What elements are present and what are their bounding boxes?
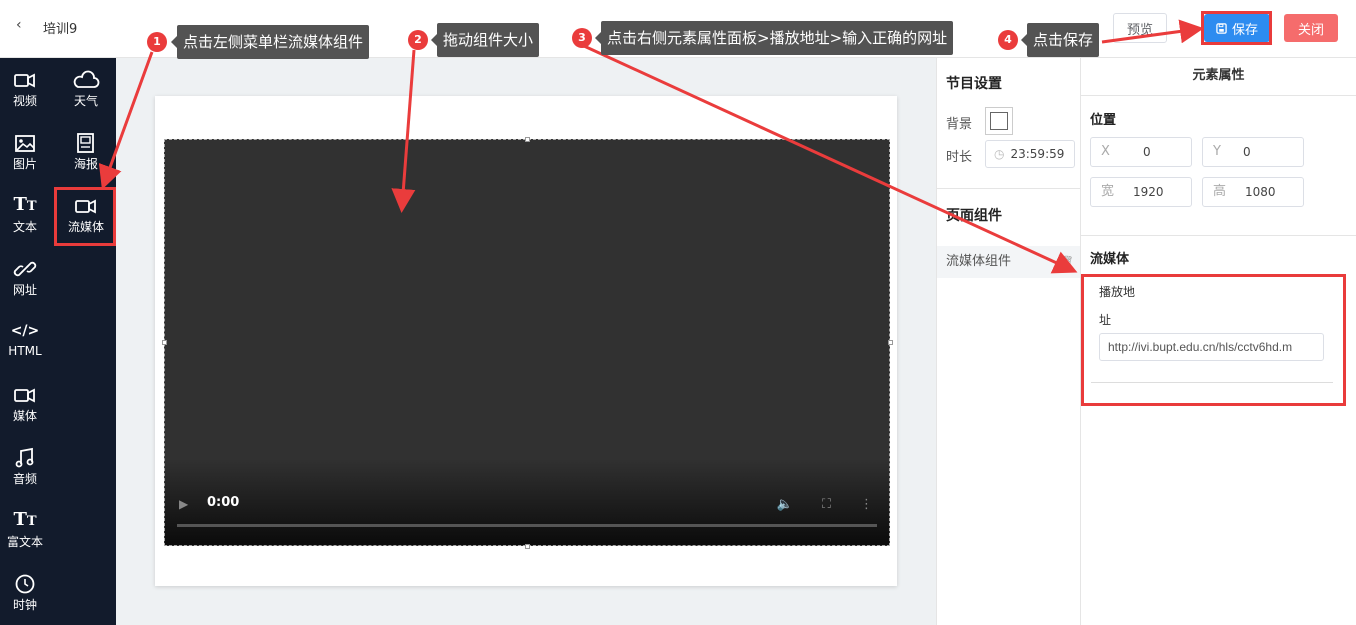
annotation-number: 2 — [408, 30, 428, 50]
sidebar-item-label: 时钟 — [12, 598, 37, 612]
richtext-icon: TT — [13, 509, 37, 530]
sidebar-item-label: 音频 — [12, 472, 37, 486]
media-icon — [14, 388, 35, 403]
preview-button[interactable]: 预览 — [1113, 13, 1167, 43]
position-title: 位置 — [1090, 113, 1117, 128]
highlight-save-button — [1201, 11, 1272, 45]
width-value: 1920 — [1133, 185, 1164, 199]
y-value: 0 — [1243, 145, 1251, 159]
sidebar-item-label: 视频 — [12, 94, 37, 108]
close-button[interactable]: 关闭 — [1284, 14, 1338, 42]
highlight-stream-item — [54, 187, 116, 246]
resize-handle-bottom[interactable] — [525, 544, 530, 549]
chevron-left-icon[interactable]: ‹ — [16, 17, 22, 33]
play-icon[interactable]: ▶ — [179, 497, 188, 511]
volume-icon[interactable]: 🔈 — [777, 497, 793, 512]
sidebar-item-label: 网址 — [12, 283, 37, 297]
y-input[interactable]: Y0 — [1202, 137, 1304, 167]
code-icon: </> — [10, 323, 40, 339]
x-input[interactable]: X0 — [1090, 137, 1192, 167]
sidebar-item-image[interactable]: 图片 — [0, 121, 50, 173]
sidebar-item-clock[interactable]: 时钟 — [0, 562, 50, 614]
sidebar-item-label: 文本 — [12, 220, 37, 234]
sidebar-item-label: 富文本 — [6, 535, 43, 549]
sidebar-item-label: HTML — [8, 344, 42, 358]
annotation-callout: 点击保存 — [1020, 23, 1100, 57]
height-input[interactable]: 高 1080 — [1202, 177, 1304, 207]
sidebar-item-text[interactable]: TT 文本 — [0, 184, 50, 236]
component-sidebar: 视频 天气 图片 海报 TT 文本 流媒体 网址 </> HTML 媒体 音频 … — [0, 58, 116, 625]
component-list-item[interactable]: 流媒体组件 🗑 — [937, 246, 1080, 278]
x-label: X — [1101, 144, 1110, 159]
highlight-url-section — [1081, 274, 1346, 406]
width-input[interactable]: 宽 1920 — [1090, 177, 1192, 207]
background-color-picker[interactable] — [985, 107, 1013, 135]
sidebar-item-html[interactable]: </> HTML — [0, 310, 50, 362]
stream-section-title: 流媒体 — [1090, 252, 1130, 267]
sidebar-item-richtext[interactable]: TT 富文本 — [0, 499, 50, 551]
height-label: 高 — [1213, 184, 1227, 199]
component-name: 流媒体组件 — [946, 254, 1012, 269]
video-time: 0:00 — [207, 495, 240, 510]
delete-icon[interactable]: 🗑 — [1059, 246, 1074, 278]
annotation-number: 1 — [147, 32, 167, 52]
music-icon — [15, 447, 34, 468]
duration-input[interactable]: ◷ 23:59:59 — [985, 140, 1075, 168]
width-label: 宽 — [1101, 184, 1115, 199]
properties-title: 元素属性 — [1081, 58, 1356, 96]
background-label: 背景 — [946, 117, 973, 132]
y-label: Y — [1213, 144, 1221, 159]
sidebar-item-label: 海报 — [73, 157, 98, 171]
sidebar-item-media[interactable]: 媒体 — [0, 373, 50, 425]
annotation-callout: 点击右侧元素属性面板>播放地址>输入正确的网址 — [594, 21, 954, 55]
x-value: 0 — [1143, 145, 1151, 159]
clock-icon: ◷ — [994, 147, 1005, 161]
annotation-callout: 点击左侧菜单栏流媒体组件 — [170, 25, 370, 59]
sidebar-item-poster[interactable]: 海报 — [61, 121, 111, 173]
color-swatch — [990, 112, 1008, 130]
sidebar-item-weather[interactable]: 天气 — [61, 58, 111, 110]
stage: ▶ 0:00 🔈 ⛶ ⋮ — [155, 96, 897, 586]
resize-handle-top[interactable] — [525, 137, 530, 142]
page-title: 培训9 — [43, 22, 78, 37]
sidebar-item-label: 图片 — [12, 157, 37, 171]
annotation-number: 3 — [572, 28, 592, 48]
sidebar-item-audio[interactable]: 音频 — [0, 436, 50, 488]
poster-icon — [77, 133, 94, 153]
duration-label: 时长 — [946, 150, 973, 165]
sidebar-item-url[interactable]: 网址 — [0, 247, 50, 299]
progress-bar[interactable] — [177, 524, 877, 527]
cloud-icon — [73, 70, 100, 88]
resize-handle-right[interactable] — [888, 340, 893, 345]
fullscreen-icon[interactable]: ⛶ — [822, 497, 831, 512]
more-icon[interactable]: ⋮ — [860, 497, 873, 512]
sidebar-item-label: 媒体 — [12, 409, 37, 423]
annotation-number: 4 — [998, 30, 1018, 50]
text-icon: TT — [13, 194, 37, 215]
divider — [937, 188, 1080, 189]
video-icon — [14, 73, 35, 88]
stream-video-component[interactable]: ▶ 0:00 🔈 ⛶ ⋮ — [164, 139, 890, 546]
sidebar-item-video[interactable]: 视频 — [0, 58, 50, 110]
divider — [1081, 235, 1356, 236]
page-components-title: 页面组件 — [946, 208, 1002, 224]
height-value: 1080 — [1245, 185, 1276, 199]
image-icon — [15, 135, 35, 152]
editor-canvas: ▶ 0:00 🔈 ⛶ ⋮ — [116, 58, 936, 625]
clock-icon — [15, 574, 35, 594]
annotation-callout: 拖动组件大小 — [430, 23, 540, 57]
resize-handle-left[interactable] — [162, 340, 167, 345]
program-settings-title: 节目设置 — [946, 76, 1002, 92]
sidebar-item-label: 天气 — [73, 94, 98, 108]
link-icon — [13, 261, 37, 277]
duration-value: 23:59:59 — [1010, 147, 1065, 161]
program-settings-panel: 节目设置 背景 时长 ◷ 23:59:59 页面组件 流媒体组件 🗑 — [936, 58, 1081, 625]
